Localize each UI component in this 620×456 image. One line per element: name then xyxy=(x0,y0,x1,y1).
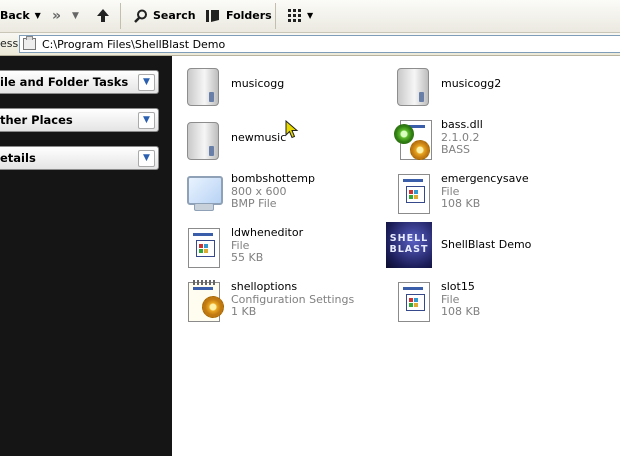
file-name: bombshottemp xyxy=(231,172,315,185)
panel-other-places[interactable]: ther Places ▼ xyxy=(0,108,159,132)
forward-dropdown-icon[interactable]: ▼ xyxy=(72,0,79,31)
file-icon xyxy=(394,172,434,216)
address-input[interactable]: C:\Program Files\ShellBlast Demo xyxy=(19,35,620,53)
folders-label: Folders xyxy=(226,9,272,22)
file-item[interactable]: ldwheneditor File 55 KB xyxy=(176,222,386,272)
panel-title: ther Places xyxy=(0,113,73,127)
file-size: 55 KB xyxy=(231,251,264,264)
file-item[interactable]: emergencysave File 108 KB xyxy=(386,168,596,218)
folders-icon xyxy=(206,9,219,22)
file-type: BMP File xyxy=(231,197,277,210)
search-icon xyxy=(134,9,147,23)
forward-chevron-icon[interactable]: » xyxy=(52,0,61,31)
views-dropdown-icon[interactable]: ▼ xyxy=(307,11,313,20)
address-bar: ess C:\Program Files\ShellBlast Demo xyxy=(0,33,620,56)
panel-title: etails xyxy=(0,151,36,165)
folders-button[interactable]: Folders xyxy=(205,0,272,31)
file-icon xyxy=(394,280,434,324)
shellblast-logo: SHELL BLAST xyxy=(386,222,432,268)
up-folder-button[interactable] xyxy=(96,0,110,31)
folder-icon xyxy=(23,36,36,50)
views-button[interactable]: ▼ xyxy=(288,0,313,31)
file-name: newmusic xyxy=(231,131,287,144)
dll-icon xyxy=(394,118,434,162)
file-name: ShellBlast Demo xyxy=(441,238,532,251)
drive-icon xyxy=(184,118,224,162)
file-item[interactable]: SHELL BLAST ShellBlast Demo xyxy=(386,222,596,272)
file-description: BASS xyxy=(441,143,471,156)
file-name: musicogg2 xyxy=(441,77,502,90)
file-item[interactable]: shelloptions Configuration Settings 1 KB xyxy=(176,276,386,326)
file-item[interactable]: musicogg xyxy=(176,60,386,110)
file-view: musicogg musicogg2 newmusic bass.dll 2.1… xyxy=(172,56,620,456)
toolbar: Back ▼ » ▼ Search Folders ▼ xyxy=(0,0,620,33)
file-size: 108 KB xyxy=(441,197,481,210)
file-name: musicogg xyxy=(231,77,285,90)
chevron-down-icon[interactable]: ▼ xyxy=(138,111,155,129)
file-item[interactable]: bombshottemp 800 x 600 BMP File xyxy=(176,168,386,218)
file-item[interactable]: newmusic xyxy=(176,114,386,164)
file-name: shelloptions xyxy=(231,280,298,293)
file-item[interactable]: slot15 File 108 KB xyxy=(386,276,596,326)
up-arrow-icon xyxy=(97,9,109,22)
search-button[interactable]: Search xyxy=(134,0,196,31)
file-name: bass.dll xyxy=(441,118,483,131)
drive-icon xyxy=(184,64,224,108)
back-button[interactable]: Back ▼ xyxy=(0,0,41,31)
file-icon xyxy=(184,226,224,270)
views-grid-icon xyxy=(288,8,301,22)
file-size: 108 KB xyxy=(441,305,481,318)
search-label: Search xyxy=(153,9,196,22)
shellblast-app-icon: SHELL BLAST xyxy=(386,222,432,268)
panel-title: ile and Folder Tasks xyxy=(0,75,129,89)
address-path: C:\Program Files\ShellBlast Demo xyxy=(42,37,226,51)
bmp-icon xyxy=(184,172,224,216)
address-label: ess xyxy=(0,37,19,50)
task-pane: ile and Folder Tasks ▼ ther Places ▼ eta… xyxy=(0,56,172,456)
drive-icon xyxy=(394,64,434,108)
file-name: ldwheneditor xyxy=(231,226,304,239)
file-name: emergencysave xyxy=(441,172,529,185)
mouse-cursor-icon xyxy=(285,120,299,139)
back-dropdown-icon[interactable]: ▼ xyxy=(35,11,41,20)
back-label: Back xyxy=(0,9,30,22)
file-item[interactable]: musicogg2 xyxy=(386,60,596,110)
panel-details[interactable]: etails ▼ xyxy=(0,146,159,170)
chevron-down-icon[interactable]: ▼ xyxy=(138,149,155,167)
config-icon xyxy=(184,280,224,324)
file-name: slot15 xyxy=(441,280,475,293)
panel-file-and-folder-tasks[interactable]: ile and Folder Tasks ▼ xyxy=(0,70,159,94)
file-item[interactable]: bass.dll 2.1.0.2 BASS xyxy=(386,114,596,164)
file-size: 1 KB xyxy=(231,305,257,318)
chevron-down-icon[interactable]: ▼ xyxy=(138,73,155,91)
